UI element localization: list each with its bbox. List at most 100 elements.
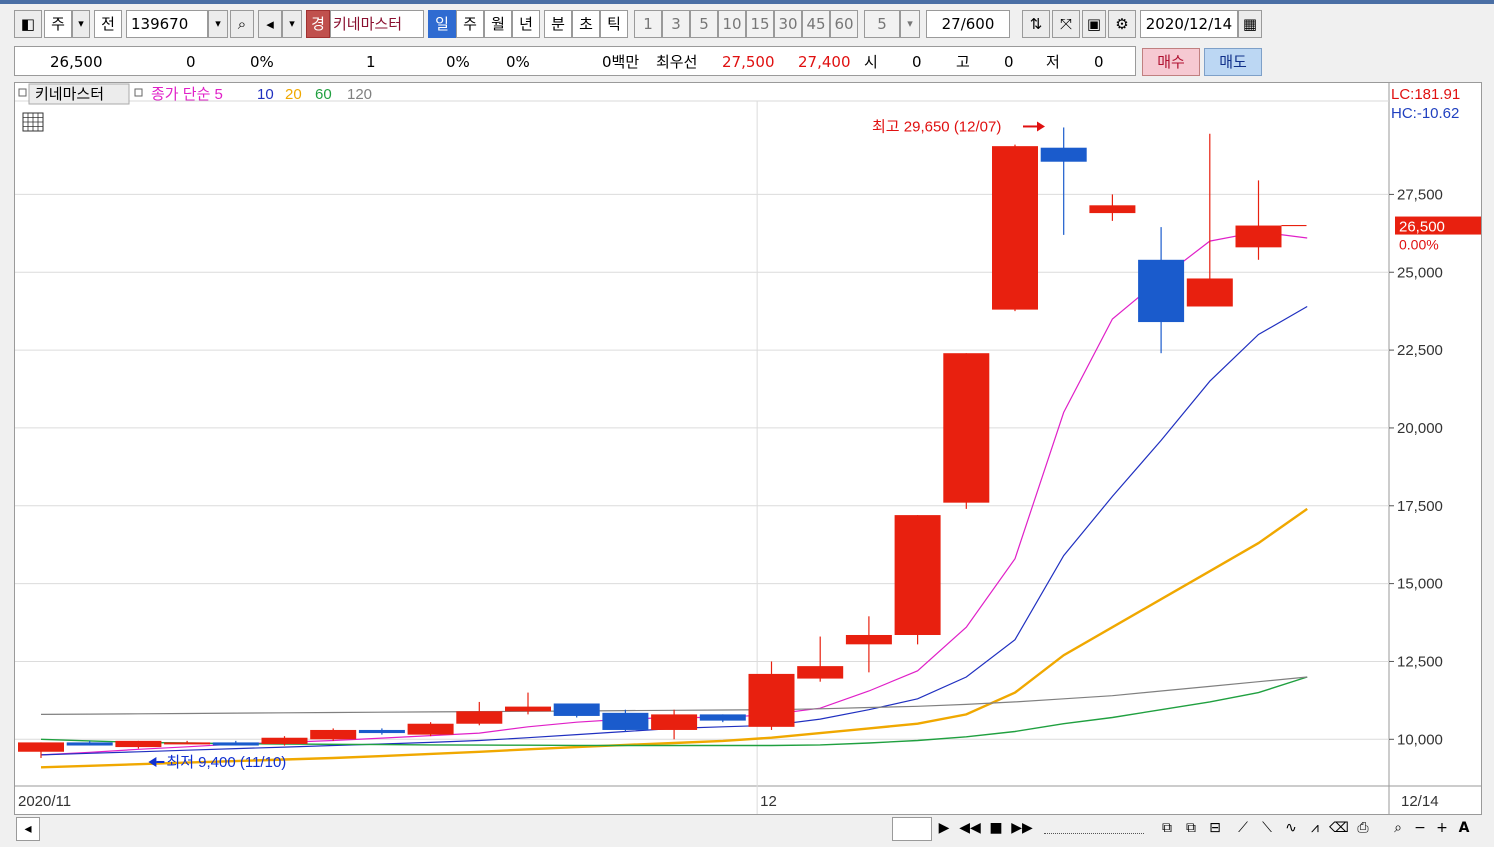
layout-c-icon[interactable]: ⊟ (1204, 817, 1226, 839)
scroll-left-icon[interactable]: ◂ (16, 817, 40, 841)
interval-60[interactable]: 60 (830, 10, 858, 38)
chart-bottom-toolbar: ◂ ▶ ◀◀ ■ ▶▶ ⧉ ⧉ ⊟ ⟋ ⟍ ∿ ⩘ ⌫ ⎙ ⌕ − + A (14, 815, 1482, 841)
tab-period-tick-label: 틱 (607, 15, 621, 33)
auto-scale-icon[interactable]: A (1454, 817, 1474, 839)
erase-icon[interactable]: ⌫ (1328, 817, 1350, 839)
prev-button[interactable]: 전 (94, 10, 122, 38)
candle-body (845, 634, 892, 645)
interval-5[interactable]: 5 (690, 10, 718, 38)
tab-period-week[interactable]: 주 (456, 10, 484, 38)
candle-body (553, 703, 600, 716)
tab-period-second[interactable]: 초 (572, 10, 600, 38)
high-label: 고 (956, 53, 970, 71)
candle-body (1138, 259, 1185, 323)
market-dropdown-icon[interactable]: ▾ (72, 10, 90, 38)
interval-3-label: 3 (671, 15, 681, 33)
zoom-out-icon[interactable]: − (1410, 817, 1430, 839)
zoom-icon[interactable]: ⌕ (1388, 817, 1408, 839)
interval-3[interactable]: 3 (662, 10, 690, 38)
sell-button-label: 매도 (1219, 53, 1247, 71)
interval-input-value: 5 (877, 15, 887, 33)
rewind-icon[interactable]: ◀◀ (958, 817, 982, 839)
print-icon[interactable]: ⎙ (1352, 817, 1374, 839)
legend-ma-toggle-icon (134, 88, 143, 97)
layout-icon[interactable]: ◧ (14, 10, 42, 38)
fast-forward-icon[interactable]: ▶▶ (1010, 817, 1034, 839)
turnover-rate: 0% (506, 53, 530, 71)
candle-body (894, 515, 941, 635)
tab-period-minute[interactable]: 분 (544, 10, 572, 38)
code-dropdown-icon[interactable]: ▾ (208, 10, 228, 38)
current-change-value: 0.00% (1399, 237, 1439, 253)
interval-30[interactable]: 30 (774, 10, 802, 38)
speed-slider[interactable] (1044, 817, 1144, 834)
interval-15[interactable]: 15 (746, 10, 774, 38)
y-tick-label: 17,500 (1397, 498, 1443, 515)
save-icon[interactable]: ▣ (1082, 10, 1106, 38)
candle-body (310, 729, 357, 740)
market-select[interactable]: 주 (44, 10, 72, 38)
calendar-icon[interactable]: ▦ (1238, 10, 1262, 38)
x-tick-label: 12/14 (1401, 793, 1439, 810)
pattern-icon[interactable]: ⩘ (1304, 817, 1326, 839)
best-ask: 27,500 (722, 53, 775, 71)
candle-settings-icon[interactable]: ⇅ (1022, 10, 1050, 38)
best-bid: 27,400 (798, 53, 851, 71)
stop-icon[interactable]: ■ (984, 817, 1008, 839)
speaker-icon[interactable]: ◂ (258, 10, 282, 38)
count-total: /600 (960, 15, 995, 33)
low-value: 0 (1094, 53, 1104, 71)
market-label: 주 (51, 15, 65, 33)
x-tick-label: 2020/11 (18, 793, 71, 810)
count-input[interactable]: 27/600 (926, 10, 1010, 38)
volume: 1 (366, 53, 376, 71)
candle-body (456, 711, 503, 724)
legend-toggle-icon (18, 88, 27, 97)
tab-period-year[interactable]: 년 (512, 10, 540, 38)
candle-body (505, 706, 551, 712)
current-price: 26,500 (50, 53, 103, 71)
buy-button[interactable]: 매수 (1142, 48, 1200, 76)
tab-period-week-label: 주 (463, 15, 477, 33)
search-icon[interactable]: ⌕ (230, 10, 254, 38)
tab-period-tick[interactable]: 틱 (600, 10, 628, 38)
play-icon[interactable]: ▶ (932, 817, 956, 839)
wave-icon[interactable]: ∿ (1280, 817, 1302, 839)
interval-dropdown-icon[interactable]: ▾ (900, 10, 920, 38)
chart-tools-icon[interactable]: ⤧ (1052, 10, 1080, 38)
layout-b-icon[interactable]: ⧉ (1180, 817, 1202, 839)
volume-rate: 0% (446, 53, 470, 71)
scroll-thumb[interactable] (892, 817, 932, 841)
interval-45[interactable]: 45 (802, 10, 830, 38)
open-value: 0 (912, 53, 922, 71)
warning-tag-label: 경 (311, 15, 325, 33)
interval-10[interactable]: 10 (718, 10, 746, 38)
speaker-dropdown-icon[interactable]: ▾ (282, 10, 302, 38)
candle-body (115, 740, 162, 748)
trendline-icon[interactable]: ⟋ (1232, 817, 1254, 839)
fibo-icon[interactable]: ⟍ (1256, 817, 1278, 839)
interval-1[interactable]: 1 (634, 10, 662, 38)
low-annotation: 최저 9,400 (11/10) (166, 754, 286, 771)
y-tick-label: 10,000 (1397, 731, 1443, 748)
candle-body (699, 714, 746, 721)
layout-a-icon[interactable]: ⧉ (1156, 817, 1178, 839)
candle-body (1186, 278, 1233, 307)
warning-tag: 경 (306, 10, 330, 38)
quote-bar: 26,500 0 0% 1 0% 0% 0백만 최우선 27,500 27,40… (0, 46, 1494, 78)
tab-period-day[interactable]: 일 (428, 10, 456, 38)
gear-icon[interactable]: ⚙ (1108, 10, 1136, 38)
prev-label: 전 (101, 15, 115, 33)
candlestick-chart[interactable]: 27,500 25,000 22,500 20,000 17,500 15,000 12,5… (15, 83, 1481, 814)
chart-panel: 27,500 25,000 22,500 20,000 17,500 15,000 12,5… (14, 82, 1482, 815)
tab-period-second-label: 초 (579, 15, 593, 33)
zoom-in-icon[interactable]: + (1432, 817, 1452, 839)
tab-period-month[interactable]: 월 (484, 10, 512, 38)
sell-button[interactable]: 매도 (1204, 48, 1262, 76)
y-tick-label: 27,500 (1397, 186, 1443, 203)
code-input[interactable]: 139670 (126, 10, 208, 38)
date-input[interactable]: 2020/12/14 (1140, 10, 1238, 38)
legend-ma-period: 120 (347, 86, 372, 103)
interval-input[interactable]: 5 (864, 10, 900, 38)
window-top-border (0, 0, 1494, 4)
